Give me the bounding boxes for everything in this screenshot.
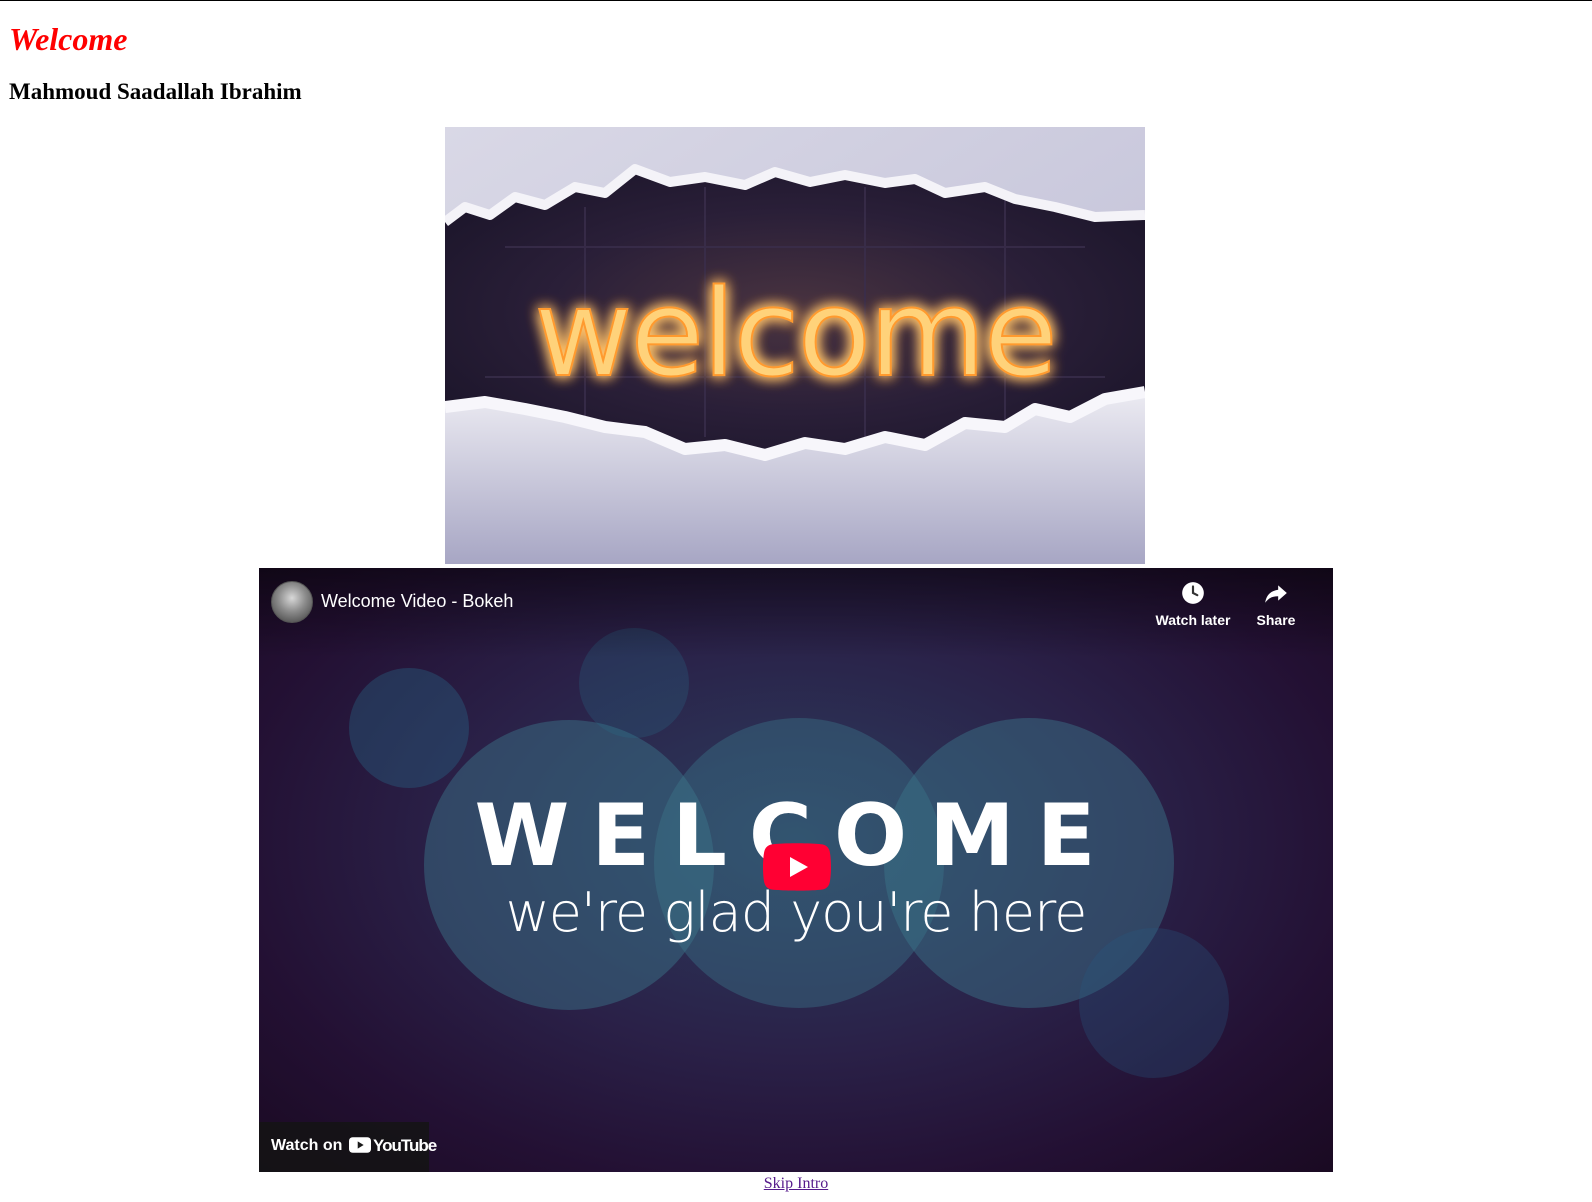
bokeh-circle <box>1079 928 1229 1078</box>
top-border <box>0 0 1592 1</box>
share-arrow-icon <box>1265 585 1287 603</box>
page-title: Welcome <box>9 21 128 57</box>
watch-on-youtube-button[interactable]: Watch on YouTube <box>259 1122 437 1172</box>
watch-later-label: Watch later <box>1155 612 1231 628</box>
youtube-logo-icon <box>349 1137 371 1153</box>
youtube-wordmark: YouTube <box>373 1136 437 1155</box>
play-button[interactable] <box>763 843 831 891</box>
youtube-video-embed[interactable]: Welcome Video - Bokeh Watch later Share … <box>259 568 1333 1172</box>
share-button[interactable]: Share <box>1231 580 1321 628</box>
welcome-neon-image: welcome <box>445 127 1145 564</box>
author-name: Mahmoud Saadallah Ibrahim <box>9 79 302 104</box>
neon-welcome-text: welcome <box>534 265 1055 404</box>
watch-later-button[interactable]: Watch later <box>1148 580 1238 628</box>
bokeh-circle <box>349 668 469 788</box>
watch-on-label: Watch on <box>271 1137 343 1154</box>
video-title[interactable]: Welcome Video - Bokeh <box>321 589 513 613</box>
clock-icon <box>1182 582 1204 604</box>
channel-avatar[interactable] <box>271 581 313 623</box>
skip-intro-link[interactable]: Skip Intro <box>0 1175 1592 1193</box>
share-label: Share <box>1256 612 1296 628</box>
